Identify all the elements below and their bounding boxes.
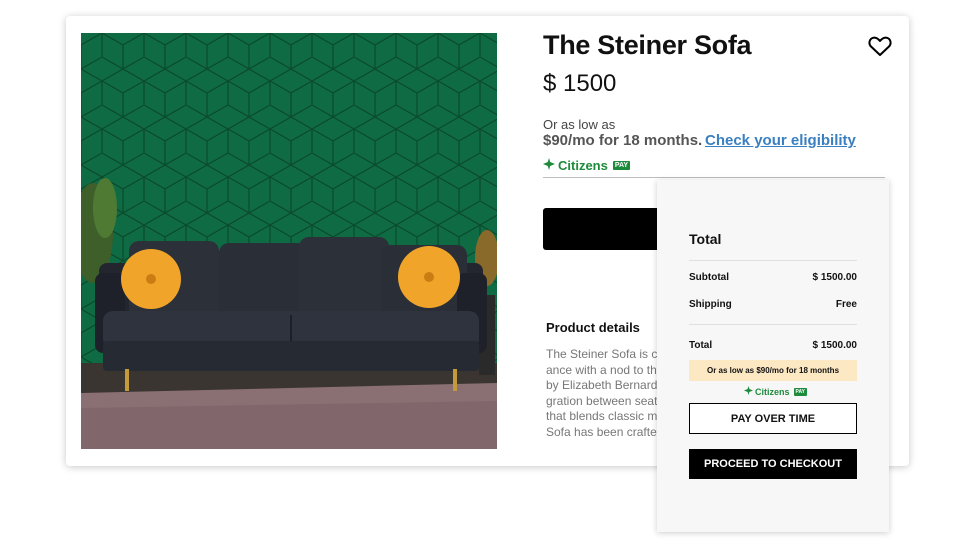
divider (543, 177, 885, 178)
financing-prefix: Or as low as (543, 117, 616, 132)
financing-promo-banner: Or as low as $90/mo for 18 months (689, 360, 857, 381)
citizens-name: Citizens (755, 386, 790, 397)
total-row: Total $ 1500.00 (689, 340, 857, 351)
citizens-logo-icon (543, 158, 555, 173)
divider (689, 260, 857, 261)
cart-heading: Total (689, 231, 722, 247)
proceed-to-checkout-button[interactable]: PROCEED TO CHECKOUT (689, 449, 857, 479)
subtotal-row: Subtotal $ 1500.00 (689, 272, 857, 283)
check-eligibility-link[interactable]: Check your eligibility (705, 132, 856, 149)
product-details-heading: Product details (546, 320, 640, 335)
cart-summary-panel: Total Subtotal $ 1500.00 Shipping Free T… (657, 180, 889, 532)
citizens-pay-logo: Citizens PAY (543, 158, 631, 173)
citizens-name: Citizens (558, 158, 608, 173)
citizens-logo-icon (744, 386, 753, 397)
product-price: $ 1500 (543, 70, 617, 97)
subtotal-label: Subtotal (689, 272, 729, 283)
product-title: The Steiner Sofa (543, 30, 752, 60)
shipping-label: Shipping (689, 299, 732, 310)
product-image (81, 33, 497, 449)
subtotal-value: $ 1500.00 (812, 272, 858, 283)
pay-badge: PAY (793, 387, 807, 396)
financing-monthly: $90/mo for 18 months. (543, 132, 703, 149)
pay-over-time-button[interactable]: PAY OVER TIME (689, 403, 857, 434)
pay-badge: PAY (612, 161, 631, 170)
shipping-value: Free (835, 299, 857, 310)
total-value: $ 1500.00 (812, 340, 858, 351)
total-label: Total (689, 340, 713, 351)
divider (689, 324, 857, 325)
citizens-pay-logo: Citizens PAY (744, 386, 807, 397)
shipping-row: Shipping Free (689, 299, 857, 310)
heart-icon[interactable] (868, 35, 892, 57)
